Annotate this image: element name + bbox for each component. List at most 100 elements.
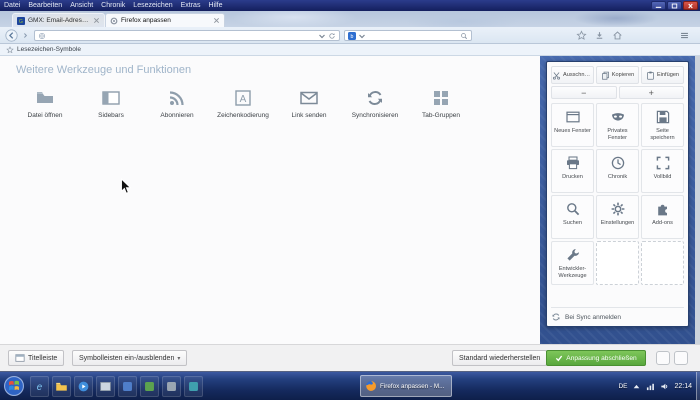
clock[interactable]: 22:14 [674, 383, 692, 390]
tab-gmx-email-adresse-free[interactable]: GGMX: Email-Adresse, Free... [12, 13, 105, 27]
language-indicator[interactable]: DE [618, 383, 627, 390]
active-task-label: Firefox anpassen - M... [380, 383, 444, 390]
panel-einfügen-button[interactable]: Einfügen [641, 66, 684, 84]
bookmarks-folder-item[interactable]: Lesezeichen-Symbole [6, 46, 81, 54]
menu-lesezeichen[interactable]: Lesezeichen [129, 0, 176, 11]
zoom-in-button[interactable]: + [619, 86, 685, 99]
panel-empty-slot[interactable] [596, 241, 639, 285]
panel-seite-speichern-button[interactable]: Seite speichern [641, 103, 684, 147]
close-button[interactable] [683, 1, 698, 10]
menu-hilfe[interactable]: Hilfe [204, 0, 226, 11]
tray-expand-icon[interactable] [632, 382, 641, 391]
internet-explorer-button[interactable]: e [30, 376, 49, 397]
palette-item-datei-öffnen[interactable]: Datei öffnen [12, 88, 78, 119]
app-blue-icon [121, 380, 134, 393]
internet-explorer-icon: e [33, 380, 46, 393]
app-gray-button[interactable] [162, 376, 181, 397]
reload-icon[interactable] [328, 32, 336, 40]
menu-panel: Ausschneiden Kopieren Einfügen − + Neues F… [546, 61, 689, 327]
search-bar[interactable]: b [344, 30, 472, 41]
tab-close-icon[interactable] [213, 17, 220, 24]
search-engine-icon[interactable]: b [348, 32, 356, 40]
private-window-icon [610, 109, 626, 125]
exit-customize-button[interactable]: Anpassung abschließen [546, 350, 646, 366]
app-window-button[interactable] [96, 376, 115, 397]
panel-suchen-button[interactable]: Suchen [551, 195, 594, 239]
active-task-button[interactable]: Firefox anpassen - M... [360, 375, 452, 397]
panel-empty-slot[interactable] [641, 241, 684, 285]
label: Kopieren [612, 72, 634, 78]
search-dropdown-icon[interactable] [358, 32, 366, 40]
palette-item-link-senden[interactable]: Link senden [276, 88, 342, 119]
sync-sign-in[interactable]: Bei Sync anmelden [551, 307, 684, 322]
show-desktop-button[interactable] [696, 372, 700, 400]
footer-extra-button-1[interactable] [656, 351, 670, 365]
magnifier-icon[interactable] [460, 32, 468, 40]
app-teal-icon [187, 380, 200, 393]
panel-drucken-button[interactable]: Drucken [551, 149, 594, 193]
tab-close-icon[interactable] [93, 17, 100, 24]
menu-bearbeiten[interactable]: Bearbeiten [24, 0, 66, 11]
footer-extra-button-2[interactable] [674, 351, 688, 365]
zoom-out-button[interactable]: − [551, 86, 617, 99]
customize-footer: Titelleiste Symbolleisten ein-/ausblende… [0, 344, 700, 371]
network-icon[interactable] [646, 382, 655, 391]
maximize-button[interactable] [667, 1, 682, 10]
settings-icon [610, 201, 626, 217]
panel-neues-fenster-button[interactable]: Neues Fenster [551, 103, 594, 147]
app-window-icon [99, 380, 112, 393]
panel-privates-fenster-button[interactable]: Privates Fenster [596, 103, 639, 147]
explorer-folder-button[interactable] [52, 376, 71, 397]
menu-ansicht[interactable]: Ansicht [66, 0, 97, 11]
palette-item-label: Abonnieren [160, 112, 193, 119]
label: Drucken [560, 174, 585, 181]
tab-title: Firefox anpassen [121, 17, 210, 24]
media-player-button[interactable] [74, 376, 93, 397]
palette-item-zeichenkodierung[interactable]: AZeichenkodierung [210, 88, 276, 119]
app-green-button[interactable] [140, 376, 159, 397]
menu-datei[interactable]: Datei [0, 0, 24, 11]
home-button[interactable] [612, 30, 623, 41]
back-button[interactable] [5, 29, 18, 42]
panel-vollbild-button[interactable]: Vollbild [641, 149, 684, 193]
app-teal-button[interactable] [184, 376, 203, 397]
start-button[interactable] [3, 375, 25, 397]
hamburger-menu-button[interactable] [679, 30, 690, 41]
palette-item-tab-gruppen[interactable]: Tab-Gruppen [408, 88, 474, 119]
palette-item-label: Sidebars [98, 112, 124, 119]
minimize-button[interactable] [651, 1, 666, 10]
panel-einstellungen-button[interactable]: Einstellungen [596, 195, 639, 239]
panel-add-ons-button[interactable]: Add-ons [641, 195, 684, 239]
label: Privates Fenster [597, 128, 638, 141]
close-icon [686, 3, 695, 9]
urlbar-dropdown-icon[interactable] [318, 32, 326, 40]
app-gray-icon [165, 380, 178, 393]
tab-firefox-anpassen[interactable]: Firefox anpassen [105, 13, 225, 27]
copy-icon [601, 71, 610, 80]
navigation-toolbar: b [0, 27, 700, 44]
menu-extras[interactable]: Extras [177, 0, 205, 11]
panel-kopieren-button[interactable]: Kopieren [596, 66, 639, 84]
site-identity-icon[interactable] [38, 32, 46, 40]
maximize-icon [670, 3, 679, 9]
palette-item-abonnieren[interactable]: Abonnieren [144, 88, 210, 119]
volume-icon[interactable] [660, 382, 669, 391]
sync-icon [551, 312, 561, 322]
firefox-icon [365, 380, 377, 392]
palette-item-label: Zeichenkodierung [217, 112, 269, 119]
panel-entwickler-werkzeuge-button[interactable]: Entwickler-Werkzeuge [551, 241, 594, 285]
palette-item-synchronisieren[interactable]: Synchronisieren [342, 88, 408, 119]
panel-ausschneiden-button[interactable]: Ausschneiden [551, 66, 594, 84]
app-blue-button[interactable] [118, 376, 137, 397]
palette-item-sidebars[interactable]: Sidebars [78, 88, 144, 119]
panel-chronik-button[interactable]: Chronik [596, 149, 639, 193]
downloads-button[interactable] [594, 30, 605, 41]
url-bar[interactable] [34, 30, 340, 41]
restore-defaults-button[interactable]: Standard wiederherstellen [452, 350, 547, 366]
toolbars-dropdown-button[interactable]: Symbolleisten ein-/ausblenden ▾ [72, 350, 187, 366]
forward-button[interactable] [21, 31, 30, 40]
menu-chronik[interactable]: Chronik [97, 0, 129, 11]
titlebar-toggle-button[interactable]: Titelleiste [8, 350, 64, 366]
check-icon [555, 354, 563, 362]
bookmark-star-button[interactable] [576, 30, 587, 41]
